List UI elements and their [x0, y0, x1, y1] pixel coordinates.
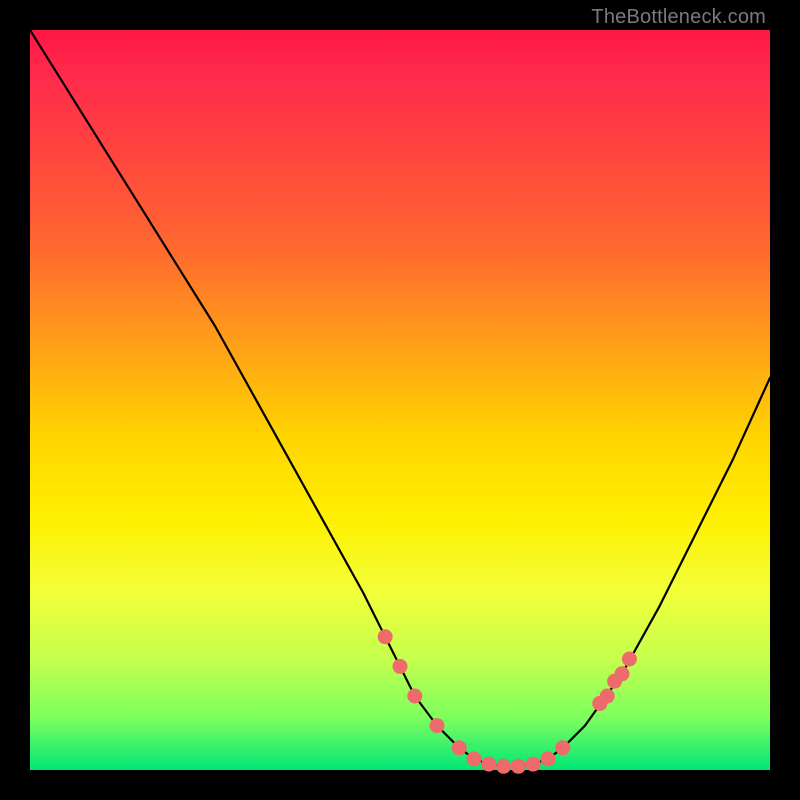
- marker-dot: [526, 757, 540, 771]
- plot-area: [30, 30, 770, 770]
- marker-dot: [541, 752, 555, 766]
- watermark-text: TheBottleneck.com: [591, 6, 766, 29]
- marker-dot: [452, 741, 466, 755]
- marker-dot: [497, 759, 511, 773]
- marker-dot: [408, 689, 422, 703]
- marker-group: [378, 630, 636, 774]
- curve-layer: [30, 30, 770, 770]
- marker-dot: [430, 719, 444, 733]
- marker-dot: [556, 741, 570, 755]
- marker-dot: [467, 752, 481, 766]
- marker-dot: [511, 759, 525, 773]
- chart-frame: TheBottleneck.com: [0, 0, 800, 800]
- marker-dot: [378, 630, 392, 644]
- marker-dot: [482, 757, 496, 771]
- marker-dot: [615, 667, 629, 681]
- marker-dot: [600, 689, 614, 703]
- marker-dot: [393, 659, 407, 673]
- bottleneck-curve: [30, 30, 770, 766]
- marker-dot: [622, 652, 636, 666]
